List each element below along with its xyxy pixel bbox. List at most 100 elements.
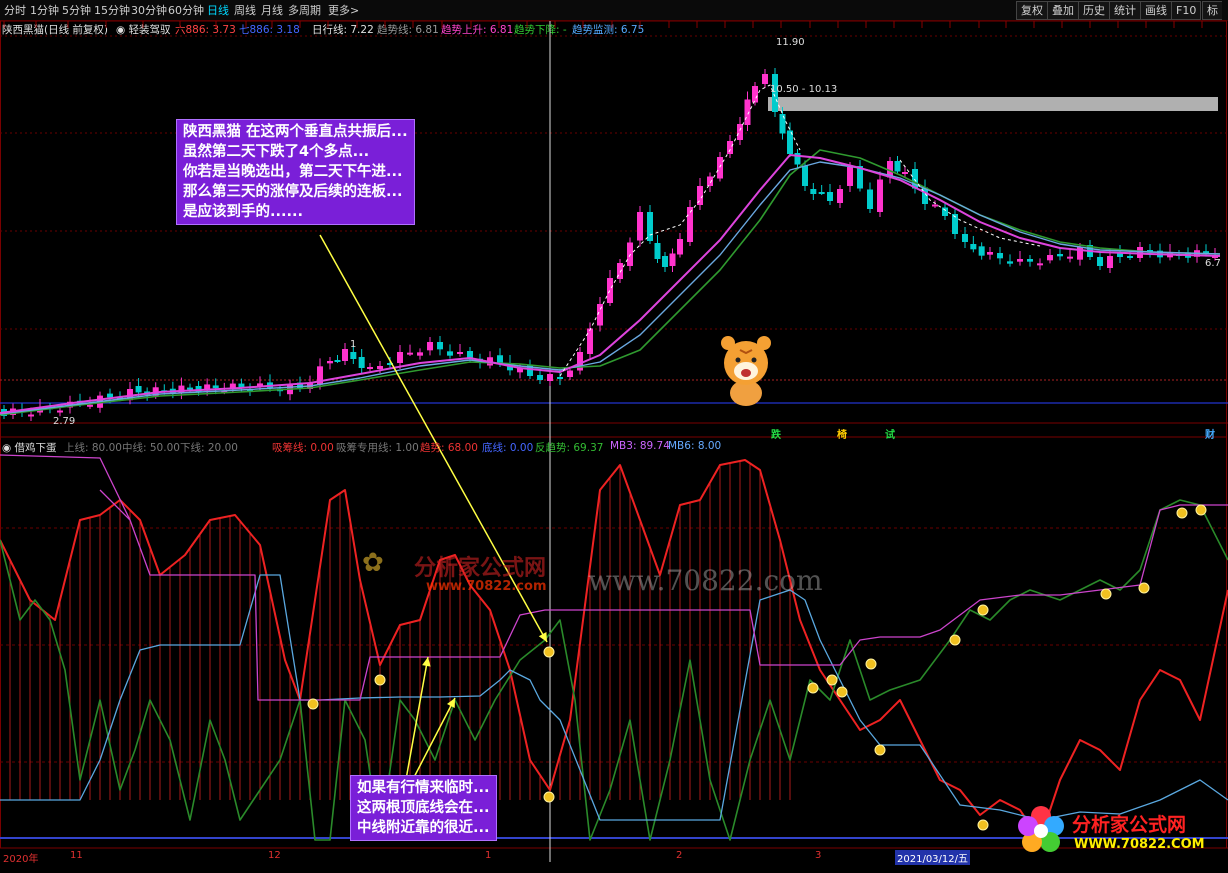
annotation-line: 是应该到手的...... — [183, 204, 304, 220]
signal-marker: 试 — [885, 430, 895, 441]
candle-body — [744, 99, 751, 125]
candle-body — [810, 189, 817, 194]
tiger-mascot-icon — [721, 336, 771, 406]
arrow-line — [409, 697, 456, 786]
candle-body — [779, 114, 786, 134]
candle-body — [762, 74, 768, 84]
last-price-label: 6.7 — [1205, 258, 1221, 269]
range-bar — [768, 97, 1218, 111]
annotation-top: 陕西黑猫 在这两个垂直点共振后... 虽然第二天下跌了4个多点... 你若是当晚… — [176, 119, 415, 225]
candle-body — [547, 374, 553, 381]
logo-brand-text: 分析家公式网 — [1072, 814, 1187, 836]
signal-dot — [826, 674, 838, 686]
candle-body — [327, 361, 333, 364]
watermark-brand: 分析家公式网 — [414, 556, 547, 581]
candle-body — [962, 234, 968, 242]
brand-logo: 分析家公式网 WWW.70822.COM — [1016, 804, 1216, 858]
candle-body — [802, 165, 808, 186]
candle-body — [837, 189, 843, 203]
signal-dot — [543, 791, 555, 803]
candle-body — [662, 256, 668, 267]
candle-body — [212, 385, 219, 389]
candle-body — [587, 328, 593, 354]
candle-body — [987, 252, 993, 255]
annotation-line: 中线附近靠的很近... — [357, 820, 490, 836]
candle-body — [1107, 256, 1113, 268]
absorb-line-value: 吸筹线: 0.00 — [272, 442, 334, 454]
date-axis-label: 12 — [268, 850, 281, 861]
middle-line-value: 中线: 50.00 — [122, 442, 180, 454]
candle-body — [457, 352, 463, 354]
annotation-line: 你若是当晚选出，第二天下午进... — [183, 164, 403, 180]
cursor-date-label: 2021/03/12/五 — [895, 850, 971, 865]
candle-body — [1007, 261, 1013, 264]
signal-dot — [1100, 588, 1112, 600]
absorb-use-value: 吸筹专用线: 1.00 — [336, 442, 419, 454]
signal-dot — [807, 682, 819, 694]
candle-body — [447, 351, 453, 356]
lower-line-value: 下线: 20.00 — [180, 442, 238, 454]
candle-body — [57, 410, 63, 413]
annotation-line: 那么第三天的涨停及后续的连板... — [183, 184, 403, 200]
signal-dot — [1195, 504, 1207, 516]
signal-dot — [543, 646, 555, 658]
candle-body — [107, 393, 113, 398]
candle-body — [894, 161, 901, 172]
signal-dot — [307, 698, 319, 710]
candle-body — [847, 167, 853, 186]
watermark-url-large: www.70822.com — [588, 564, 823, 597]
date-axis-label: 3 — [815, 850, 822, 861]
candle-body — [377, 366, 383, 369]
candle-body — [28, 414, 34, 417]
range-price-label: 10.50 - 10.13 — [770, 84, 838, 95]
candle-body — [407, 352, 413, 355]
sub-panel-frame — [0, 436, 1227, 849]
bottom-blue-line — [0, 574, 1228, 821]
mb6-value: MB6: 8.00 — [668, 440, 722, 452]
candle-body — [342, 349, 348, 361]
main-panel-frame — [0, 20, 1227, 438]
candle-body — [397, 352, 403, 363]
candle-body — [978, 246, 985, 256]
candle-body — [1067, 256, 1073, 259]
date-axis-label: 2020年 — [3, 854, 39, 865]
candle-body — [932, 204, 938, 207]
upper-line-value: 上线: 80.00 — [64, 442, 122, 454]
candle-body — [358, 357, 365, 368]
candle-body — [669, 253, 676, 266]
candle-body — [647, 212, 653, 241]
candle-body — [350, 352, 357, 359]
candle-body — [654, 243, 661, 259]
candle-body — [537, 375, 543, 380]
date-axis-label: 1 — [485, 850, 492, 861]
anti-trend-value: 反趋势: 69.37 — [535, 442, 604, 454]
candle-body — [942, 207, 948, 216]
logo-url-text: WWW.70822.COM — [1074, 837, 1205, 852]
candle-body — [818, 192, 825, 194]
candle-body — [427, 342, 433, 351]
candle-body — [1017, 259, 1023, 262]
signal-dot — [374, 674, 386, 686]
candle-body — [707, 176, 713, 186]
date-axis-label: 11 — [70, 850, 83, 861]
arrow-head — [422, 657, 431, 667]
anti-trend-green-line — [0, 499, 1228, 841]
signal-dot — [874, 744, 886, 756]
top-line-value: 趋势: 68.00 — [420, 442, 478, 454]
candle-body — [417, 352, 423, 356]
candle-body — [827, 192, 833, 201]
annotation-line: 如果有行情来临时... — [357, 780, 490, 796]
chart-overlay — [319, 234, 548, 786]
mb3-value: MB3: 89.74 — [610, 440, 670, 452]
annotation-line: 虽然第二天下跌了4个多点... — [183, 144, 370, 160]
candle-body — [467, 351, 473, 358]
high-price-label: 11.90 — [776, 37, 805, 48]
candle-body — [1037, 263, 1043, 266]
indicator-name[interactable]: ◉ 借鸡下蛋 — [2, 440, 57, 455]
candle-body — [1027, 259, 1033, 262]
watermark-url-small: www.70822.com — [426, 579, 547, 594]
date-axis-label: 2 — [676, 850, 683, 861]
candle-body — [557, 377, 563, 379]
candle-body — [437, 342, 443, 350]
candle-body — [867, 189, 873, 209]
